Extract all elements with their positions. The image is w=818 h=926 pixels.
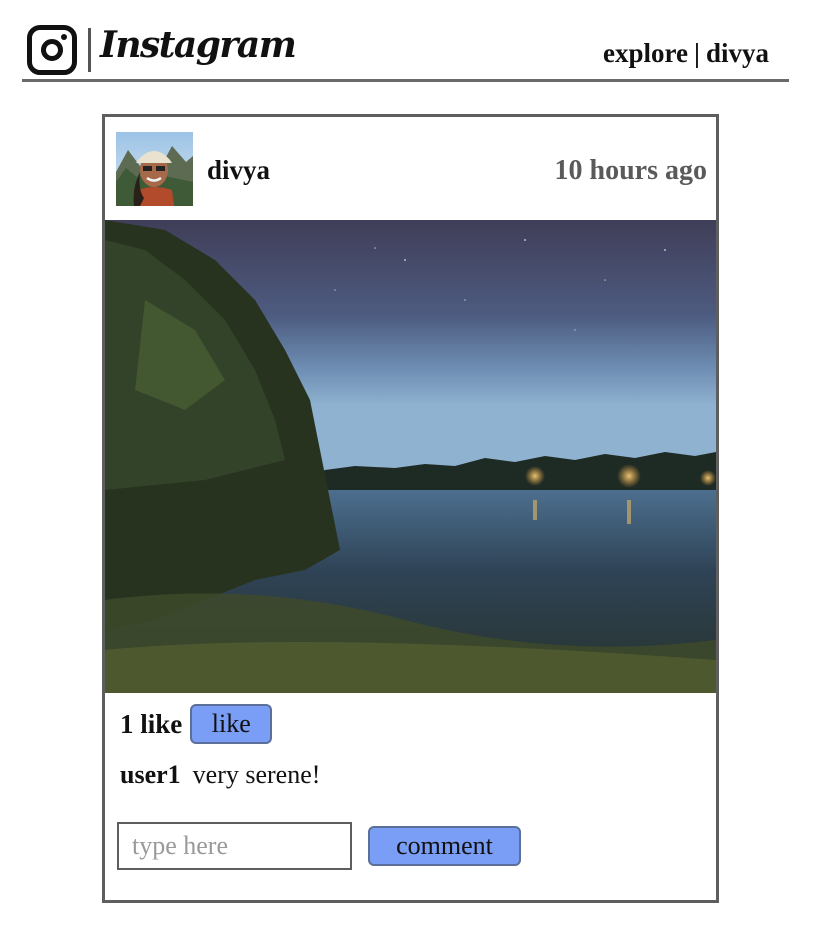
comment: user1 very serene! bbox=[120, 760, 320, 790]
logo-wordmark[interactable]: Instagram bbox=[100, 24, 297, 66]
like-button[interactable]: like bbox=[190, 704, 273, 744]
nav-explore-link[interactable]: explore bbox=[603, 38, 688, 69]
comment-button[interactable]: comment bbox=[368, 826, 521, 866]
avatar[interactable] bbox=[116, 132, 193, 206]
comment-author[interactable]: user1 bbox=[120, 760, 181, 789]
instagram-logo-icon[interactable] bbox=[27, 25, 77, 75]
comment-text: very serene! bbox=[192, 760, 321, 789]
nav-profile-link[interactable]: divya bbox=[706, 38, 769, 69]
likes-count: 1 like bbox=[120, 708, 183, 739]
post-card: divya 10 hours ago 1 like like user1 ver… bbox=[102, 114, 719, 903]
top-nav: explore | divya bbox=[603, 38, 769, 69]
post-image bbox=[105, 220, 716, 693]
nav-separator: | bbox=[694, 38, 700, 68]
logo-divider bbox=[88, 28, 91, 72]
likes-row: 1 like like bbox=[120, 704, 273, 744]
top-header: Instagram explore | divya bbox=[22, 22, 789, 82]
post-timestamp: 10 hours ago bbox=[554, 155, 707, 186]
comment-input[interactable] bbox=[117, 822, 352, 870]
post-author[interactable]: divya bbox=[207, 155, 270, 186]
